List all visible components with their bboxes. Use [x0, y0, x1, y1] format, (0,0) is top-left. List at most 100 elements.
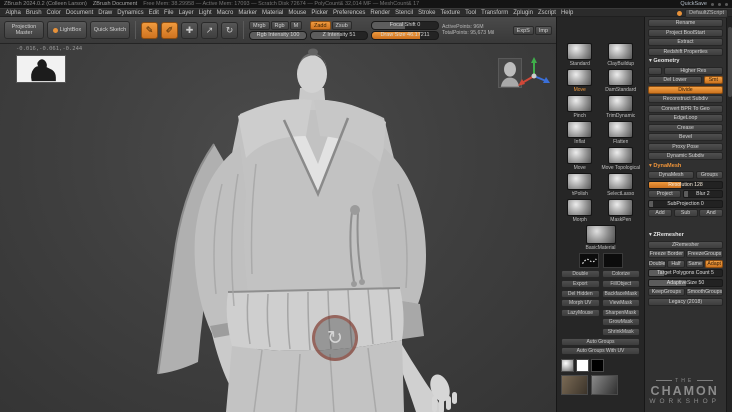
- focal-shift-slider[interactable]: Focal Shift 0: [371, 20, 439, 30]
- zbrush-logo-icon[interactable]: [677, 11, 683, 16]
- subprojection-0-slider[interactable]: SubProjection 0: [648, 199, 723, 208]
- freezegroups-button[interactable]: FreezeGroups: [686, 250, 723, 258]
- project-button[interactable]: Project: [648, 190, 682, 198]
- same-button[interactable]: Same: [686, 259, 704, 268]
- window-control-dot[interactable]: [725, 2, 728, 6]
- scale-button[interactable]: ↗: [201, 21, 218, 39]
- stroke-selector[interactable]: [578, 253, 599, 268]
- alpha-selector[interactable]: [602, 253, 623, 268]
- strip-button[interactable]: Del Hidden: [561, 289, 600, 298]
- extract-button[interactable]: Extract: [648, 38, 723, 46]
- keepgroups-button[interactable]: KeepGroups: [648, 288, 685, 296]
- inflat-brush[interactable]: Inflat: [561, 121, 598, 145]
- brush-thumbnail[interactable]: [608, 173, 634, 190]
- colorize-toggle[interactable]: Colorize: [601, 270, 640, 278]
- color-menu[interactable]: Color: [44, 10, 63, 16]
- bevel-button[interactable]: Bevel: [648, 133, 723, 141]
- auto-groups-button[interactable]: Auto Groups: [561, 337, 640, 346]
- target-polygons-count-5-slider[interactable]: Target Polygons Count 5: [648, 269, 723, 277]
- trimdynamic-brush[interactable]: TrimDynamic: [601, 95, 640, 119]
- hpolish-brush[interactable]: hPolish: [561, 173, 598, 197]
- strip-button[interactable]: BackfaceMask: [601, 289, 640, 298]
- rotate-button[interactable]: ↻: [221, 21, 238, 39]
- zplugin-menu[interactable]: Zplugin: [511, 10, 536, 16]
- adapt-button[interactable]: Adapt: [705, 259, 723, 268]
- texture-thumb-2[interactable]: [591, 375, 618, 395]
- convert-bpr-to-geo-button[interactable]: Convert BPR To Geo: [648, 104, 723, 113]
- auto-groups-with-uv-button[interactable]: Auto Groups With UV: [561, 347, 640, 355]
- tool-menu[interactable]: Tool: [463, 10, 479, 16]
- marker-menu[interactable]: Marker: [236, 10, 260, 16]
- layer-menu[interactable]: Layer: [176, 10, 196, 16]
- rename-button[interactable]: Rename: [648, 19, 723, 27]
- imp-button[interactable]: Imp: [534, 25, 552, 35]
- brush-thumbnail[interactable]: [567, 43, 593, 60]
- legacy-2018-button[interactable]: Legacy (2018): [648, 297, 723, 306]
- rgb-intensity-slider[interactable]: Rgb Intensity 100: [249, 30, 307, 40]
- brush-thumbnail[interactable]: [608, 69, 634, 86]
- strip-button[interactable]: Morph UV: [561, 299, 600, 307]
- double-toggle[interactable]: Double: [561, 270, 600, 278]
- strip-button[interactable]: GrowMask: [601, 318, 640, 326]
- strip-button[interactable]: SharpenMask: [601, 308, 640, 317]
- panel-scrollbar[interactable]: [726, 17, 732, 412]
- reconstruct-subdiv-button[interactable]: Reconstruct Subdiv: [648, 95, 723, 103]
- freeze-border-button[interactable]: Freeze Border: [648, 250, 685, 258]
- zscript-menu[interactable]: Zscript: [535, 10, 558, 16]
- render-menu[interactable]: Render: [368, 10, 393, 16]
- macro-menu[interactable]: Macro: [214, 10, 236, 16]
- rotate-widget[interactable]: ↻: [312, 315, 358, 361]
- quicksave-button[interactable]: QuickSave: [680, 1, 707, 7]
- zremesher-section[interactable]: ZRemesher: [648, 231, 723, 239]
- black-swatch[interactable]: [591, 359, 604, 372]
- material-thumbnail[interactable]: [585, 225, 616, 244]
- material-selector[interactable]: BasicMaterial: [561, 225, 640, 251]
- adaptivesize-50-slider[interactable]: AdaptiveSize 50: [648, 278, 723, 287]
- add-button[interactable]: Add: [648, 209, 672, 217]
- dynamic-subdiv-button[interactable]: Dynamic Subdiv: [648, 152, 723, 160]
- material-menu[interactable]: Material: [260, 10, 286, 16]
- groups-button[interactable]: Groups: [695, 171, 723, 179]
- orientation-gizmo[interactable]: [516, 56, 552, 90]
- flatten-brush[interactable]: Flatten: [601, 121, 640, 145]
- draw-menu[interactable]: Draw: [96, 10, 115, 16]
- blur-2-slider[interactable]: Blur 2: [682, 190, 723, 198]
- claybuildup-brush[interactable]: ClayBuildup: [601, 43, 640, 67]
- selectlasso-brush[interactable]: SelectLasso: [601, 173, 640, 197]
- move-topological-brush[interactable]: Move Topological: [601, 147, 640, 171]
- brush-thumbnail[interactable]: [567, 173, 593, 190]
- switch-color-swatch[interactable]: [561, 359, 574, 372]
- brush-menu[interactable]: Brush: [23, 10, 44, 16]
- help-menu[interactable]: Help: [558, 10, 575, 16]
- texture-thumb-1[interactable]: [561, 375, 588, 395]
- geometry-section[interactable]: Geometry: [648, 57, 723, 65]
- draw-button[interactable]: ✐: [161, 21, 178, 39]
- scrollbar-thumb[interactable]: [728, 27, 732, 97]
- brush-thumbnail[interactable]: [567, 147, 593, 164]
- mouse-menu[interactable]: Mouse: [286, 10, 309, 16]
- move-brush[interactable]: Move: [561, 69, 598, 93]
- projection-master-button[interactable]: Projection Master: [4, 21, 44, 39]
- mrgb-button[interactable]: Mrgb: [249, 20, 270, 30]
- project-boolstart-button[interactable]: Project BoolStart: [648, 28, 723, 37]
- brush-thumbnail[interactable]: [567, 69, 593, 86]
- white-swatch[interactable]: [576, 359, 589, 372]
- texture-menu[interactable]: Texture: [438, 10, 463, 16]
- brush-thumbnail[interactable]: [567, 121, 593, 138]
- move-brush[interactable]: Move: [561, 147, 598, 171]
- sculpt-model[interactable]: [0, 44, 556, 412]
- zremesher-button[interactable]: ZRemesher: [648, 240, 723, 249]
- stencil-menu[interactable]: Stencil: [393, 10, 416, 16]
- window-control-dot[interactable]: [711, 2, 714, 6]
- light-menu[interactable]: Light: [196, 10, 214, 16]
- pinch-brush[interactable]: Pinch: [561, 95, 598, 119]
- dynamics-menu[interactable]: Dynamics: [115, 10, 146, 16]
- brush-thumbnail[interactable]: [608, 43, 634, 60]
- crease-button[interactable]: Crease: [648, 123, 723, 132]
- edit-menu[interactable]: Edit: [146, 10, 161, 16]
- preferences-menu[interactable]: Preferences: [331, 10, 368, 16]
- brush-thumbnail[interactable]: [608, 121, 634, 138]
- m-button[interactable]: M: [289, 20, 303, 30]
- zsub-button[interactable]: Zsub: [331, 20, 352, 30]
- strip-button[interactable]: Export: [561, 280, 600, 288]
